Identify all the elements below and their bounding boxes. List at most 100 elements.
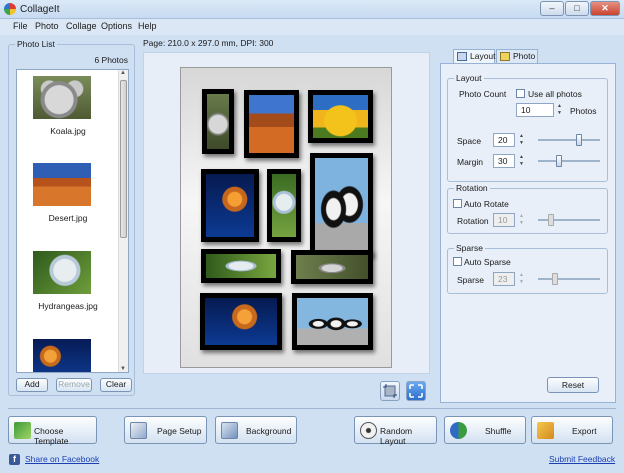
background-button[interactable]: Background xyxy=(215,416,297,444)
rotation-slider[interactable] xyxy=(538,214,600,226)
tab-layout-label: Layout xyxy=(470,51,496,61)
photo-list-scrollbar[interactable]: ▲ ▼ xyxy=(118,70,128,372)
collage-photo-jellyfish[interactable] xyxy=(201,169,259,242)
export-icon xyxy=(537,422,554,439)
sparse-input[interactable]: 23 xyxy=(493,272,515,286)
scroll-up-icon[interactable]: ▲ xyxy=(120,70,126,76)
menu-options[interactable]: Options xyxy=(101,21,132,31)
collage-photo-koala-wide[interactable] xyxy=(291,250,373,284)
scroll-down-icon[interactable]: ▼ xyxy=(120,366,126,372)
collage-photo-desert[interactable] xyxy=(244,90,299,158)
facebook-icon[interactable]: f xyxy=(9,454,20,465)
maximize-button[interactable]: □ xyxy=(565,1,589,16)
photo-list[interactable]: Koala.jpg Desert.jpg Hydrangeas.jpg ▲ ▼ xyxy=(16,69,129,373)
layout-group: Layout Photo Count Use all photos 10 ▲ ▼ … xyxy=(447,73,608,182)
margin-slider-knob[interactable] xyxy=(556,155,562,167)
layout-settings-panel: Layout Photo Count Use all photos 10 ▲ ▼ … xyxy=(440,63,616,403)
space-slider[interactable] xyxy=(538,134,600,146)
auto-sparse-checkbox[interactable] xyxy=(453,257,462,266)
menu-help[interactable]: Help xyxy=(138,21,157,31)
tab-layout[interactable]: Layout xyxy=(453,49,496,63)
bottom-divider xyxy=(8,408,616,409)
sparse-slider[interactable] xyxy=(538,273,600,285)
collage-photo-hydrangeas[interactable] xyxy=(267,169,301,242)
crop-icon xyxy=(383,384,397,398)
background-icon xyxy=(221,422,238,439)
auto-sparse-label: Auto Sparse xyxy=(464,257,511,267)
crop-tool-button[interactable] xyxy=(380,381,400,401)
rotation-group: Rotation Auto Rotate Rotation 10 ▲ ▼ xyxy=(447,183,608,234)
shuffle-icon xyxy=(450,422,467,439)
collage-photo-hydrangeas-wide[interactable] xyxy=(201,249,281,283)
window-title: CollageIt xyxy=(20,4,60,15)
page-info: Page: 210.0 x 297.0 mm, DPI: 300 xyxy=(143,38,274,48)
list-item-label: Desert.jpg xyxy=(48,213,88,223)
photo-count-input[interactable]: 10 xyxy=(516,103,554,117)
template-icon xyxy=(14,422,31,439)
photos-unit-label: Photos xyxy=(570,106,597,116)
tab-photo-label: Photo xyxy=(513,51,536,61)
auto-rotate-checkbox[interactable] xyxy=(453,199,462,208)
space-label: Space xyxy=(457,136,482,146)
photo-count-stepper[interactable]: ▲ ▼ xyxy=(555,103,564,117)
reset-button[interactable]: Reset xyxy=(547,377,599,393)
list-item-label: Koala.jpg xyxy=(50,126,86,136)
menu-photo[interactable]: Photo xyxy=(35,21,59,31)
margin-slider[interactable] xyxy=(538,155,600,167)
desert-photo-icon xyxy=(33,163,91,206)
sparse-group: Sparse Auto Sparse Sparse 23 ▲ ▼ xyxy=(447,243,608,294)
minimize-button[interactable]: – xyxy=(540,1,564,16)
space-stepper[interactable]: ▲ ▼ xyxy=(517,133,526,147)
submit-feedback-link[interactable]: Submit Feedback xyxy=(549,454,615,464)
rotation-label: Rotation xyxy=(457,216,489,226)
close-button[interactable]: ✕ xyxy=(590,1,620,16)
sparse-stepper[interactable]: ▲ ▼ xyxy=(517,272,526,286)
clear-photos-button[interactable]: Clear xyxy=(100,378,132,392)
fit-to-window-button[interactable] xyxy=(406,381,426,401)
space-input[interactable]: 20 xyxy=(493,133,515,147)
use-all-photos-checkbox[interactable] xyxy=(516,89,525,98)
margin-input[interactable]: 30 xyxy=(493,154,515,168)
rotation-input[interactable]: 10 xyxy=(493,213,515,227)
scrollbar-thumb[interactable] xyxy=(120,80,127,238)
menu-bar: File Photo Collage Options Help xyxy=(0,19,624,35)
title-bar: CollageIt – □ ✕ xyxy=(0,0,624,19)
export-button[interactable]: Export xyxy=(531,416,613,444)
add-photo-button[interactable]: Add xyxy=(16,378,48,392)
margin-stepper[interactable]: ▲ ▼ xyxy=(517,154,526,168)
list-item-label: Hydrangeas.jpg xyxy=(38,301,98,311)
collage-page[interactable] xyxy=(180,67,392,368)
app-logo-icon xyxy=(4,3,16,15)
sparse-group-title: Sparse xyxy=(454,243,485,253)
rotation-stepper[interactable]: ▲ ▼ xyxy=(517,213,526,227)
remove-photo-button[interactable]: Remove xyxy=(56,378,92,392)
layout-icon xyxy=(457,52,467,61)
random-layout-button[interactable]: Random Layout xyxy=(354,416,437,446)
collage-photo-jellyfish-2[interactable] xyxy=(200,293,282,350)
collage-photo-penguins-1[interactable] xyxy=(310,153,373,256)
menu-collage[interactable]: Collage xyxy=(66,21,97,31)
page-setup-button[interactable]: Page Setup xyxy=(124,416,207,444)
hydrangeas-photo-icon xyxy=(33,251,91,294)
page-setup-icon xyxy=(130,422,147,439)
collage-photo-tulips[interactable] xyxy=(308,90,373,143)
jellyfish-photo-icon xyxy=(33,339,91,372)
use-all-photos-label: Use all photos xyxy=(528,89,582,99)
rotation-slider-knob[interactable] xyxy=(548,214,554,226)
share-facebook-link[interactable]: Share on Facebook xyxy=(25,454,99,464)
photo-count-label: 6 Photos xyxy=(94,55,128,65)
margin-label: Margin xyxy=(457,157,483,167)
sparse-slider-knob[interactable] xyxy=(552,273,558,285)
shuffle-button[interactable]: Shuffle xyxy=(444,416,526,444)
collage-photo-penguins-2[interactable] xyxy=(292,293,373,350)
menu-file[interactable]: File xyxy=(13,21,28,31)
dice-icon xyxy=(360,422,377,439)
choose-template-label: Choose Template xyxy=(34,426,69,446)
space-slider-knob[interactable] xyxy=(576,134,582,146)
expand-icon xyxy=(409,384,423,398)
collage-photo-koala[interactable] xyxy=(202,89,234,154)
page-setup-label: Page Setup xyxy=(157,426,202,436)
choose-template-button[interactable]: Choose Template xyxy=(8,416,97,446)
tab-photo[interactable]: Photo xyxy=(496,49,538,63)
collage-canvas[interactable] xyxy=(143,52,430,374)
